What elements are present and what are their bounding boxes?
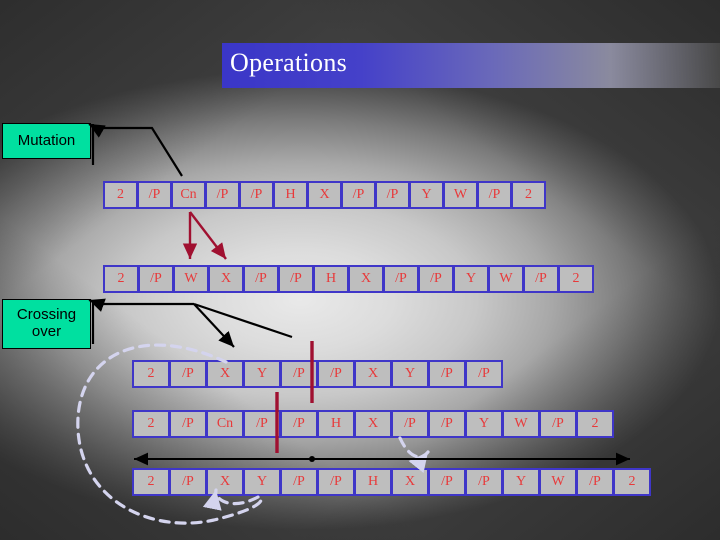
gene-cell: /P <box>465 468 503 496</box>
crossing-over-connector-group <box>88 298 293 348</box>
gene-cell: /P <box>137 181 172 209</box>
gene-cell: /P <box>428 410 466 438</box>
gene-cell: W <box>443 181 478 209</box>
gene-cell: W <box>502 410 540 438</box>
gene-cell: /P <box>280 360 318 388</box>
gene-cell: /P <box>428 360 466 388</box>
gene-cell: Y <box>391 360 429 388</box>
gene-cell: Y <box>453 265 489 293</box>
gene-cell: W <box>173 265 209 293</box>
gene-cell: /P <box>391 410 429 438</box>
gene-cell: Y <box>465 410 503 438</box>
gene-cell: Y <box>243 360 281 388</box>
gene-cell: 2 <box>103 265 139 293</box>
gene-cell: W <box>539 468 577 496</box>
gene-cell: X <box>354 410 392 438</box>
gene-cell: Cn <box>171 181 206 209</box>
gene-cell: 2 <box>511 181 546 209</box>
gene-cell: /P <box>383 265 419 293</box>
gene-cell: /P <box>523 265 559 293</box>
gene-cell: /P <box>280 410 318 438</box>
gene-cell: W <box>488 265 524 293</box>
gene-cell: /P <box>317 468 355 496</box>
mutation-connector-line <box>96 126 183 177</box>
gene-cell: H <box>313 265 349 293</box>
gene-cell: 2 <box>613 468 651 496</box>
callout-crossing-over-line1: Crossing <box>16 306 77 324</box>
mutation-gene-arrows <box>182 211 227 260</box>
gene-cell: X <box>391 468 429 496</box>
gene-cell: X <box>206 468 244 496</box>
gene-cell: /P <box>477 181 512 209</box>
gene-cell: X <box>354 360 392 388</box>
gene-cell: H <box>317 410 355 438</box>
gene-cell: /P <box>465 360 503 388</box>
gene-cell: /P <box>243 265 279 293</box>
gene-cell: X <box>206 360 244 388</box>
gene-cell: 2 <box>132 410 170 438</box>
gene-cell: 2 <box>558 265 594 293</box>
crossing-connector-branch-b <box>193 302 293 339</box>
gene-cell: /P <box>418 265 454 293</box>
gene-cell: /P <box>169 360 207 388</box>
gene-cell: X <box>208 265 244 293</box>
gene-cell: 2 <box>132 468 170 496</box>
gene-cell: /P <box>375 181 410 209</box>
mutation-connector-group <box>88 123 183 177</box>
chromosome-row-offspring-after-mutation: 2/P W X/P/P H X/P/P Y W/P 2 <box>103 265 594 293</box>
callout-crossing-over-line2: over <box>31 323 62 340</box>
gene-cell: /P <box>428 468 466 496</box>
slide-canvas: Operations Mutation Crossing over 2/P Cn /… <box>0 0 720 540</box>
chromosome-row-crossover-offspring: 2/P X Y/P/P H X/P/P Y W/P 2 <box>132 468 651 496</box>
gene-cell: X <box>307 181 342 209</box>
gene-cell: Y <box>502 468 540 496</box>
gene-cell: /P <box>280 468 318 496</box>
gene-cell: /P <box>205 181 240 209</box>
gene-cell: Y <box>243 468 281 496</box>
gene-cell: /P <box>138 265 174 293</box>
gene-cell: /P <box>576 468 614 496</box>
gene-cell: 2 <box>576 410 614 438</box>
gene-cell: /P <box>169 410 207 438</box>
chromosome-row-crossover-parent-a: 2/P X Y/P/P X Y/P/P <box>132 360 503 388</box>
dashed-curve-right <box>398 436 430 473</box>
span-arrow-midpoint <box>309 456 315 462</box>
span-arrow-group <box>134 452 630 466</box>
gene-cell: H <box>354 468 392 496</box>
chromosome-row-crossover-parent-b: 2/P Cn/P/P H X/P/P Y W/P 2 <box>132 410 614 438</box>
callout-crossing-over: Crossing over <box>2 299 91 349</box>
crossing-connector-branch-a <box>193 303 235 348</box>
gene-cell: /P <box>243 410 281 438</box>
gene-cell: Cn <box>206 410 244 438</box>
gene-cell: 2 <box>132 360 170 388</box>
gene-cell: /P <box>239 181 274 209</box>
gene-cell: /P <box>539 410 577 438</box>
gene-cell: /P <box>317 360 355 388</box>
gene-cell: 2 <box>103 181 138 209</box>
gene-cell: /P <box>278 265 314 293</box>
gene-cell: Y <box>409 181 444 209</box>
mutation-arrow-to-x <box>189 211 227 260</box>
chromosome-row-parent-before-mutation: 2/P Cn/P/P H X/P/P Y W/P 2 <box>103 181 546 209</box>
callout-mutation: Mutation <box>2 123 91 159</box>
gene-cell: /P <box>341 181 376 209</box>
gene-cell: H <box>273 181 308 209</box>
gene-cell: /P <box>169 468 207 496</box>
page-title: Operations <box>230 48 348 77</box>
gene-cell: X <box>348 265 384 293</box>
